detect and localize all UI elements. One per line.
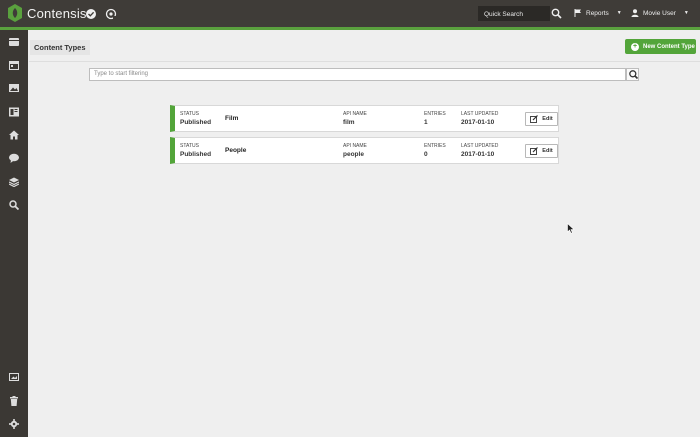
content-icon[interactable] [9, 107, 19, 117]
content-type-card-people[interactable]: STATUS Published People API NAME people … [170, 137, 559, 164]
search-icon[interactable] [551, 8, 562, 19]
header-divider [29, 61, 700, 62]
workflow-icon[interactable] [105, 8, 117, 20]
user-icon [631, 9, 639, 17]
reports-label: Reports [586, 9, 609, 17]
mouse-cursor-icon [567, 223, 575, 234]
edit-label: Edit [542, 148, 553, 154]
edit-icon [530, 115, 539, 123]
page-title: Content Types [30, 40, 90, 55]
media-icon[interactable] [9, 372, 19, 382]
plus-icon: + [631, 42, 639, 51]
content-type-name[interactable]: People [225, 147, 246, 154]
comment-icon[interactable] [9, 153, 19, 163]
edit-button[interactable]: Edit [525, 144, 558, 158]
new-content-type-button[interactable]: + New Content Type [625, 39, 696, 54]
search-icon[interactable] [9, 200, 19, 210]
chevron-down-icon: ▼ [683, 10, 689, 16]
status-value: Published [180, 119, 212, 126]
reports-menu[interactable]: Reports ▼ [574, 9, 622, 17]
entries-value: 0 [424, 151, 428, 158]
last-updated-label: LAST UPDATED [461, 143, 499, 149]
brand-name[interactable]: Contensis [27, 6, 87, 21]
api-name-value: people [343, 151, 364, 158]
user-menu[interactable]: Movie User ▼ [631, 9, 689, 17]
layers-icon[interactable] [9, 177, 19, 187]
filter-search-button[interactable] [626, 68, 639, 81]
last-updated-value: 2017-01-10 [461, 119, 495, 126]
sidebar [0, 30, 28, 437]
filter-input[interactable]: Type to start filtering [89, 68, 626, 81]
home-icon[interactable] [9, 130, 19, 140]
content-type-name[interactable]: Film [225, 115, 238, 122]
search-icon [629, 70, 639, 80]
last-updated-label: LAST UPDATED [461, 111, 499, 117]
image-icon[interactable] [9, 83, 19, 93]
flag-icon [574, 9, 581, 17]
quick-search-input[interactable]: Quick Search [478, 6, 550, 21]
chevron-down-icon: ▼ [616, 10, 622, 16]
dashboard-icon[interactable] [9, 37, 19, 47]
contensis-logo-icon[interactable] [8, 4, 22, 22]
entries-label: ENTRIES [424, 111, 446, 117]
trash-icon[interactable] [9, 396, 19, 406]
top-bar: Contensis Quick Search Reports ▼ Movie U… [0, 0, 700, 30]
api-name-label: API NAME [343, 143, 367, 149]
edit-button[interactable]: Edit [525, 112, 558, 126]
entries-label: ENTRIES [424, 143, 446, 149]
settings-icon[interactable] [9, 419, 19, 429]
check-circle-icon[interactable] [85, 8, 97, 20]
api-name-label: API NAME [343, 111, 367, 117]
last-updated-value: 2017-01-10 [461, 151, 495, 158]
status-value: Published [180, 151, 212, 158]
calendar-icon[interactable] [9, 60, 19, 70]
new-content-type-label: New Content Type [643, 43, 695, 50]
entries-value: 1 [424, 119, 428, 126]
api-name-value: film [343, 119, 355, 126]
status-label: STATUS [180, 143, 199, 149]
edit-icon [530, 147, 539, 155]
user-label: Movie User [643, 9, 676, 17]
status-label: STATUS [180, 111, 199, 117]
edit-label: Edit [542, 116, 553, 122]
content-type-card-film[interactable]: STATUS Published Film API NAME film ENTR… [170, 105, 559, 132]
